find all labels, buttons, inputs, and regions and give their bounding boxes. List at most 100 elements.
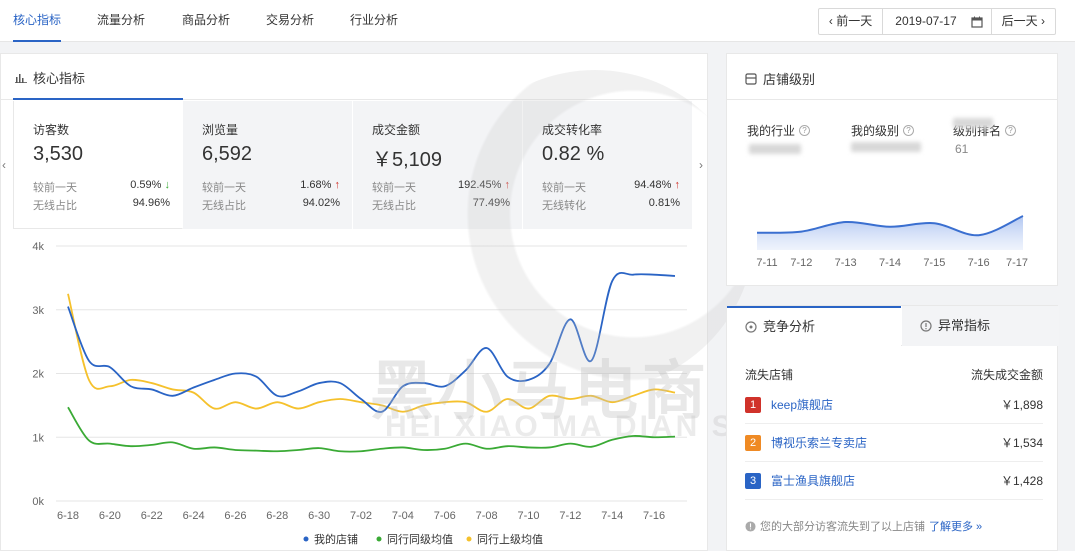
help-icon[interactable]: ? [1005,125,1017,136]
tab-competition-analysis[interactable]: 竞争分析 [727,306,901,346]
my-industry-label: 我的行业? [747,122,811,139]
legend-dot [303,536,309,542]
y-tick-label: 1k [32,432,44,444]
bar-chart-icon [15,73,27,83]
metric-label: 访客数 [33,123,70,137]
x-tick-label: 6-28 [266,510,288,522]
competition-panel: 竞争分析 异常指标 流失店铺 流失成交金额 1 keep旗舰店 ￥1,898 2博… [726,305,1059,551]
help-icon[interactable]: ? [903,125,915,136]
next-day-button[interactable]: 后一天 › [992,9,1055,34]
store-level-header: 店铺级别 [727,54,1057,100]
x-tick-label: 7-13 [835,257,857,269]
competition-tip: 您的大部分访客流失到了以上店铺 了解更多 » [745,518,982,534]
wireless-value: 94.02% [302,197,340,209]
shop-link[interactable]: keep旗舰店 [771,396,833,413]
rank-badge: 2 [745,434,761,451]
blurred-level [851,142,921,152]
competition-table-header: 流失店铺 流失成交金额 [745,366,1043,383]
y-tick-label: 0k [32,496,44,508]
tab-product-analysis[interactable]: 商品分析 [182,0,230,42]
store-icon [745,72,757,85]
x-tick-label: 7-04 [392,510,414,522]
core-metrics-panel: 核心指标 ‹ 访客数 3,530 较前一天 0.59% ↓ 无线占比 94.96% … [0,53,708,551]
rank-badge: 1 [745,396,761,413]
panel-title: 店铺级别 [763,72,816,87]
compare-label: 较前一天 [372,182,416,194]
col-header-shop: 流失店铺 [745,368,794,382]
cards-next-arrow[interactable]: › [699,158,703,172]
competition-tabs: 竞争分析 异常指标 [727,306,1059,346]
my-level-label: 我的级别? [851,122,915,139]
shop-link[interactable]: 富士渔具旗舰店 [771,472,855,489]
x-tick-label: 6-22 [141,510,163,522]
metric-card-sales[interactable]: 成交金额 ￥5,109 较前一天 192.45% ↑ 无线占比 77.49% [353,101,523,229]
help-icon[interactable]: ? [799,125,811,136]
tab-industry-analysis[interactable]: 行业分析 [350,0,398,42]
wireless-label: 无线转化 [542,200,586,212]
metric-cards: 访客数 3,530 较前一天 0.59% ↓ 无线占比 94.96% 浏览量 6,5… [13,101,693,229]
x-tick-label: 7-02 [350,510,372,522]
compare-label: 较前一天 [542,182,586,194]
metric-label: 成交转化率 [542,123,603,137]
compare-value: 192.45% [458,179,502,191]
metric-label: 成交金额 [372,123,421,137]
wireless-label: 无线占比 [372,200,416,212]
y-tick-label: 2k [32,369,44,381]
x-tick-label: 6-18 [57,510,79,522]
wireless-label: 无线占比 [202,200,246,212]
x-tick-label: 7-06 [434,510,456,522]
info-icon [920,320,932,332]
x-tick-label: 7-10 [517,510,539,522]
compare-label: 较前一天 [33,182,77,194]
table-row: 3 富士渔具旗舰店 ￥1,428 [745,462,1043,500]
legend-label: 同行同级均值 [387,533,453,546]
lost-amount: ￥1,898 [1000,398,1043,412]
x-tick-label: 7-12 [790,257,812,269]
blurred-rank-header [953,118,993,128]
date-value: 2019-07-17 [895,14,957,28]
metric-value: ￥5,109 [372,149,443,171]
metric-card-pageviews[interactable]: 浏览量 6,592 较前一天 1.68% ↑ 无线占比 94.02% [183,101,353,229]
cards-prev-arrow[interactable]: ‹ [2,158,6,172]
metric-value: 3,530 [33,143,84,165]
rank-value: 61 [955,142,969,156]
panel-title: 核心指标 [33,71,86,86]
lost-amount: ￥1,534 [1000,436,1043,450]
info-filled-icon [745,520,756,532]
wireless-value: 0.81% [648,197,680,209]
arrow-up-icon: ↑ [334,179,341,191]
blurred-industry [749,144,801,154]
legend-label: 同行上级均值 [477,533,543,546]
learn-more-link[interactable]: 了解更多 » [929,518,982,534]
tab-label: 异常指标 [938,318,991,333]
tab-transaction-analysis[interactable]: 交易分析 [266,0,314,42]
metric-card-visitors[interactable]: 访客数 3,530 较前一天 0.59% ↓ 无线占比 94.96% [13,101,183,229]
rank-badge: 3 [745,472,761,489]
metric-card-conversion[interactable]: 成交转化率 0.82 % 较前一天 94.48% ↑ 无线转化 0.81% [523,101,693,229]
col-label: 我的级别 [851,124,900,138]
table-row: 2 博视乐索兰专卖店 ￥1,534 [745,424,1043,462]
top-nav: 核心指标 流量分析 商品分析 交易分析 行业分析 ‹ 前一天 2019-07-1… [0,0,1075,42]
core-metrics-header: 核心指标 [1,54,707,100]
tab-label: 竞争分析 [763,319,816,334]
x-tick-label: 7-14 [601,510,623,522]
tab-abnormal-metrics[interactable]: 异常指标 [902,306,1059,346]
y-tick-label: 4k [32,241,44,253]
date-switcher: ‹ 前一天 2019-07-17 后一天 › [817,8,1056,35]
date-picker[interactable]: 2019-07-17 [882,9,992,34]
x-tick-label: 6-20 [99,510,121,522]
tab-core-metrics[interactable]: 核心指标 [13,0,62,42]
compare-value: 94.48% [634,179,672,191]
compare-value: 0.59% [130,179,162,191]
compass-icon [745,321,757,333]
compare-value: 1.68% [300,179,332,191]
prev-day-button[interactable]: ‹ 前一天 [819,9,882,34]
tab-traffic-analysis[interactable]: 流量分析 [97,0,145,42]
x-tick-label: 7-17 [1006,257,1028,269]
x-tick-label: 7-16 [968,257,990,269]
metric-value: 6,592 [202,143,253,165]
calendar-icon [971,16,983,28]
x-tick-label: 6-24 [183,510,205,522]
metric-value: 0.82 % [542,143,605,165]
shop-link[interactable]: 博视乐索兰专卖店 [771,434,867,451]
